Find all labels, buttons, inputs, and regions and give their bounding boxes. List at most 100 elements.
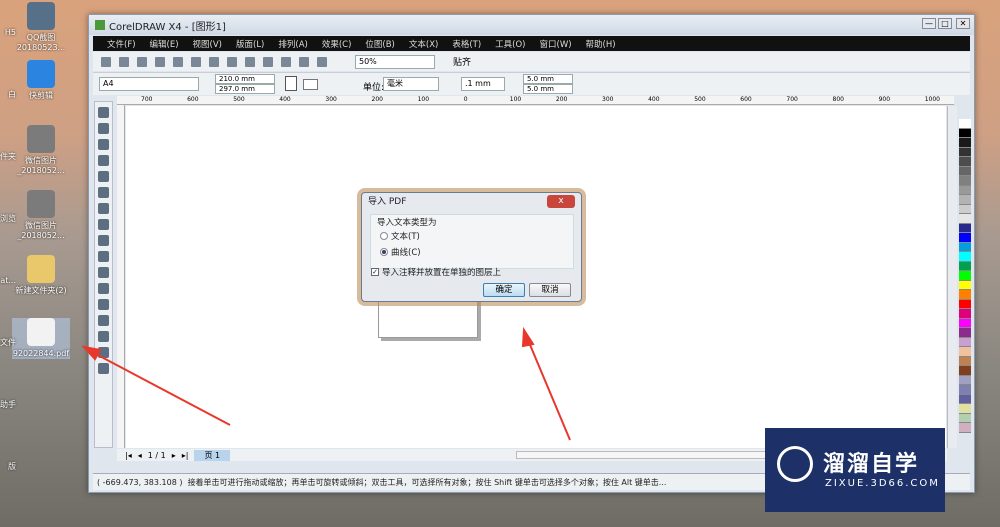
palette-swatch[interactable] (959, 328, 971, 338)
portrait-button[interactable] (285, 76, 297, 91)
palette-swatch[interactable] (959, 413, 971, 423)
menu-item[interactable]: 文件(F) (107, 38, 136, 50)
palette-swatch[interactable] (959, 119, 971, 129)
palette-swatch[interactable] (959, 423, 971, 433)
radio-curve[interactable]: 曲线(C) (380, 246, 421, 258)
tool-icon[interactable] (98, 107, 109, 118)
menu-item[interactable]: 工具(O) (495, 38, 525, 50)
tool-icon[interactable] (98, 219, 109, 230)
tool-icon[interactable] (98, 187, 109, 198)
print-icon[interactable] (155, 56, 165, 67)
menu-item[interactable]: 位图(B) (365, 38, 394, 50)
tool-icon[interactable] (98, 331, 109, 342)
tool-icon[interactable] (98, 235, 109, 246)
desktop-icon[interactable]: QQ截图20180523... (12, 2, 70, 53)
desktop-icon-partial[interactable]: 件夹 (0, 152, 16, 162)
desktop-icon-partial[interactable]: be at... (0, 276, 16, 286)
palette-swatch[interactable] (959, 242, 971, 252)
palette-swatch[interactable] (959, 280, 971, 290)
palette-swatch[interactable] (959, 214, 971, 224)
import-icon[interactable] (263, 56, 273, 67)
dialog-close-button[interactable]: x (547, 195, 575, 208)
palette-swatch[interactable] (959, 404, 971, 414)
desktop-icon[interactable]: 微信图片_2018052... (12, 190, 70, 241)
copy-icon[interactable] (191, 56, 201, 67)
paste-icon[interactable] (209, 56, 219, 67)
radio-text[interactable]: 文本(T) (380, 230, 420, 242)
palette-swatch[interactable] (959, 356, 971, 366)
palette-swatch[interactable] (959, 309, 971, 319)
tool-icon[interactable] (98, 315, 109, 326)
redo-icon[interactable] (245, 56, 255, 67)
desktop-icon-partial[interactable]: H5 (0, 28, 16, 38)
palette-swatch[interactable] (959, 318, 971, 328)
menu-item[interactable]: 帮助(H) (586, 38, 616, 50)
palette-swatch[interactable] (959, 128, 971, 138)
desktop-icon-partial[interactable]: 助手 (0, 400, 16, 410)
desktop-icon[interactable]: 快剪辑 (12, 60, 70, 101)
palette-swatch[interactable] (959, 138, 971, 148)
menu-item[interactable]: 版面(L) (236, 38, 264, 50)
open-icon[interactable] (119, 56, 129, 67)
duplicate-y-field[interactable]: 5.0 mm (523, 84, 573, 94)
tool-icon[interactable] (98, 171, 109, 182)
close-button[interactable]: ✕ (956, 18, 970, 29)
menu-item[interactable]: 表格(T) (452, 38, 481, 50)
page-width-field[interactable]: 210.0 mm (215, 74, 275, 84)
palette-swatch[interactable] (959, 299, 971, 309)
vertical-ruler[interactable] (117, 105, 125, 448)
undo-icon[interactable] (227, 56, 237, 67)
palette-swatch[interactable] (959, 385, 971, 395)
landscape-button[interactable] (303, 79, 318, 90)
palette-swatch[interactable] (959, 233, 971, 243)
palette-swatch[interactable] (959, 261, 971, 271)
tool-icon[interactable] (98, 203, 109, 214)
maximize-button[interactable]: □ (938, 18, 952, 29)
import-annotations-checkbox[interactable]: ✓ 导入注释并放置在单独的图层上 (371, 266, 501, 278)
tool-icon[interactable] (98, 267, 109, 278)
tool-icon[interactable] (98, 283, 109, 294)
duplicate-x-field[interactable]: 5.0 mm (523, 74, 573, 84)
palette-swatch[interactable] (959, 147, 971, 157)
palette-swatch[interactable] (959, 375, 971, 385)
cancel-button[interactable]: 取消 (529, 283, 571, 297)
cut-icon[interactable] (173, 56, 183, 67)
palette-swatch[interactable] (959, 394, 971, 404)
desktop-icon-partial[interactable]: 版 (0, 462, 16, 472)
snap-menu[interactable]: 贴齐 (453, 55, 471, 68)
minimize-button[interactable]: — (922, 18, 936, 29)
desktop-icon-partial[interactable]: 浏览 (0, 214, 16, 224)
vertical-scrollbar[interactable] (947, 106, 957, 448)
page-height-field[interactable]: 297.0 mm (215, 84, 275, 94)
menu-item[interactable]: 效果(C) (322, 38, 352, 50)
palette-swatch[interactable] (959, 366, 971, 376)
paper-size-select[interactable]: A4 (99, 77, 199, 91)
last-page-button[interactable]: ▸| (182, 451, 189, 460)
welcome-icon[interactable] (317, 56, 327, 67)
palette-swatch[interactable] (959, 195, 971, 205)
ok-button[interactable]: 确定 (483, 283, 525, 297)
palette-swatch[interactable] (959, 204, 971, 214)
tool-icon[interactable] (98, 155, 109, 166)
desktop-icon[interactable]: 微信图片_2018052... (12, 125, 70, 176)
tool-icon[interactable] (98, 363, 109, 374)
menu-item[interactable]: 文本(X) (409, 38, 438, 50)
palette-swatch[interactable] (959, 223, 971, 233)
launcher-icon[interactable] (299, 56, 309, 67)
palette-swatch[interactable] (959, 337, 971, 347)
palette-swatch[interactable] (959, 271, 971, 281)
menu-item[interactable]: 排列(A) (278, 38, 307, 50)
palette-swatch[interactable] (959, 252, 971, 262)
first-page-button[interactable]: |◂ (125, 451, 132, 460)
palette-swatch[interactable] (959, 347, 971, 357)
nudge-field[interactable]: .1 mm (461, 77, 505, 91)
next-page-button[interactable]: ▸ (172, 451, 176, 460)
tool-icon[interactable] (98, 299, 109, 310)
palette-swatch[interactable] (959, 157, 971, 167)
save-icon[interactable] (137, 56, 147, 67)
export-icon[interactable] (281, 56, 291, 67)
palette-swatch[interactable] (959, 185, 971, 195)
desktop-icon-partial[interactable]: 文件 (0, 338, 16, 348)
new-icon[interactable] (101, 56, 111, 67)
palette-swatch[interactable] (959, 176, 971, 186)
